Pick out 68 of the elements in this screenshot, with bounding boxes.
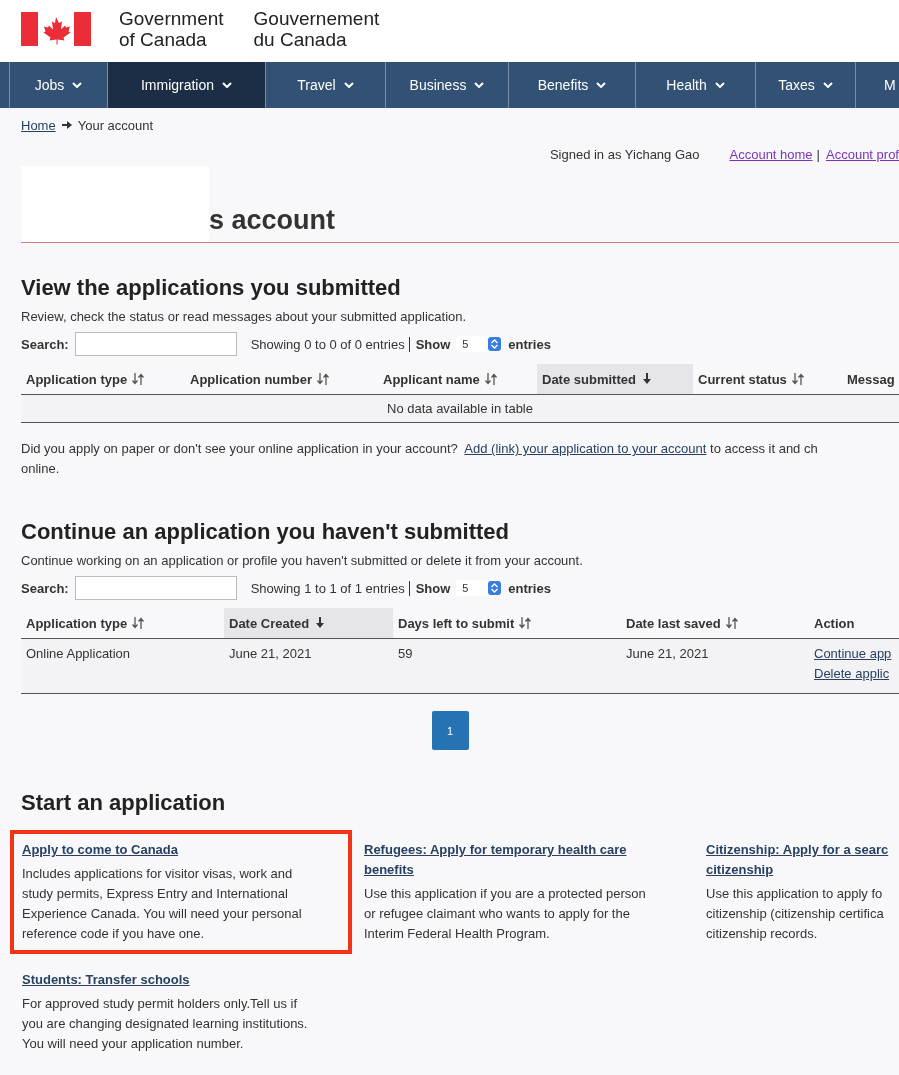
nav-menu-item[interactable]: M — [856, 62, 899, 108]
canada-flag-logo — [21, 12, 91, 46]
government-name: du Canada — [253, 29, 348, 50]
column-header[interactable]: Applicant name — [378, 364, 537, 394]
column-header[interactable]: Days left to submit — [393, 608, 621, 638]
search-label: Search: — [21, 336, 69, 352]
entries-label: entries — [508, 336, 551, 352]
application-description: Use this application to apply fo citizenship (citizenship certifica citizenship records. — [706, 885, 885, 943]
government-name: Government — [119, 8, 224, 29]
application-description: Use this application if you are a protected person or refugee claimant who wants to apply for the Interim Federal Health Program. — [364, 885, 647, 943]
entries-label: entries — [508, 580, 551, 596]
section-heading: Continue an application you haven't submitted — [21, 519, 511, 545]
search-field[interactable] — [74, 576, 237, 600]
breadcrumb-current: Your account — [77, 117, 154, 133]
stepper-icon — [488, 337, 502, 351]
table-cell-text: June 21, 2021 — [625, 645, 710, 663]
entries-info: Showing 0 to 0 of 0 entries — [250, 336, 410, 352]
government-name: of Canada — [119, 29, 208, 50]
nav-menu-item[interactable]: Benefits — [509, 62, 636, 108]
show-label: Show — [415, 336, 451, 352]
nav-menu-item[interactable]: Immigration — [108, 62, 266, 108]
section-intro: Continue working on an application or profile you haven't submitted or delete it from your account. — [21, 553, 584, 568]
column-header[interactable]: Application type — [21, 364, 185, 394]
arrow-icon — [61, 121, 72, 129]
search-label: Search: — [21, 580, 69, 596]
table-cell-text: 59 — [397, 645, 414, 663]
section-heading: Start an application — [21, 790, 227, 816]
section-heading: View the applications you submitted — [21, 275, 402, 301]
add-application-link[interactable]: Add (link) your application to your account — [464, 441, 707, 456]
page-size-select[interactable]: 5 — [456, 580, 503, 596]
account-link[interactable]: Account home — [729, 146, 813, 162]
entries-info: Showing 1 to 1 of 1 entries — [250, 580, 410, 596]
empty-table-message: No data available in table — [21, 395, 899, 423]
application-link[interactable]: Students: Transfer schools — [22, 970, 340, 990]
column-header[interactable]: Current status — [693, 364, 842, 394]
page-size-select[interactable]: 5 — [456, 336, 503, 352]
government-name: Gouvernement — [253, 8, 380, 29]
table-cell-text: Online Application — [25, 645, 132, 663]
stepper-icon — [488, 581, 502, 595]
column-header[interactable]: Date last saved — [621, 608, 809, 638]
column-header[interactable]: Date submitted — [537, 364, 693, 394]
application-description: Includes applications for visitor visas, work and study permits, Express Entry and International Experience Canada. You will need your personal reference code if you have one. — [22, 865, 303, 943]
paper-application-note: Did you apply on paper or don't see your online application in your account? Add (link) your application to your account to access it and ch online. — [21, 440, 819, 478]
breadcrumb-link[interactable]: Home — [21, 117, 56, 133]
application-link[interactable]: Citizenship: Apply for a searc citizenship — [706, 840, 890, 880]
nav-menu-item[interactable]: Travel — [266, 62, 386, 108]
column-header[interactable]: Action — [809, 608, 899, 638]
page-button[interactable]: 1 — [431, 711, 469, 750]
section-intro: Review, check the status or read messages about your submitted application. — [21, 309, 468, 324]
action-link[interactable]: Continue app — [814, 646, 899, 661]
table-cell-text: June 21, 2021 — [228, 645, 313, 663]
search-field[interactable] — [74, 332, 237, 356]
separator-text: | — [816, 146, 820, 162]
page-title: s account — [209, 205, 336, 236]
application-description: For approved study permit holders only.Tell us if you are changing designated learning institutions. You will need your application number. — [22, 995, 309, 1053]
action-link[interactable]: Delete applic — [814, 666, 899, 681]
application-link[interactable]: Refugees: Apply for temporary health care benefits — [364, 840, 682, 880]
column-header[interactable]: Application type — [21, 608, 224, 638]
column-header[interactable]: Application number — [185, 364, 378, 394]
application-link[interactable]: Apply to come to Canada — [22, 840, 340, 860]
account-link[interactable]: Account prof — [826, 146, 899, 162]
column-header[interactable]: Messag — [842, 364, 899, 394]
nav-menu-item[interactable]: Business — [386, 62, 509, 108]
nav-menu-item[interactable]: Health — [636, 62, 756, 108]
signed-in-text: Signed in as Yichang Gao — [549, 146, 700, 162]
nav-menu-item[interactable]: Taxes — [756, 62, 856, 108]
show-label: Show — [415, 580, 451, 596]
column-header[interactable]: Date Created — [224, 608, 393, 638]
